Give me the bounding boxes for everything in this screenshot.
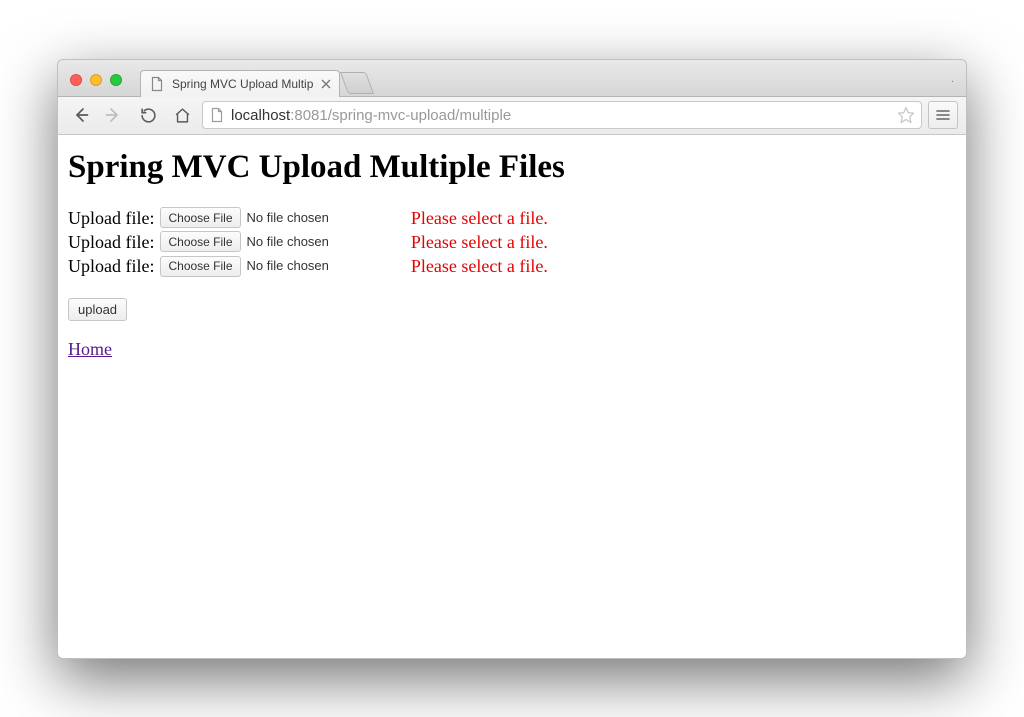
error-message: Please select a file.	[411, 254, 548, 278]
url-port: :8081	[290, 107, 328, 124]
url-host: localhost	[231, 107, 290, 124]
window-controls	[58, 74, 122, 96]
submit-row: upload	[68, 298, 956, 321]
upload-row: Upload file: Choose File No file chosen …	[68, 206, 956, 230]
page-content: Spring MVC Upload Multiple Files Upload …	[58, 135, 966, 658]
forward-button[interactable]	[100, 101, 128, 129]
new-tab-button[interactable]	[340, 72, 374, 94]
zoom-window-button[interactable]	[110, 74, 122, 86]
file-status: No file chosen	[247, 233, 329, 251]
menu-button[interactable]	[928, 101, 958, 129]
browser-toolbar: localhost:8081/spring-mvc-upload/multipl…	[58, 97, 966, 135]
upload-label: Upload file:	[68, 254, 154, 278]
reload-button[interactable]	[134, 101, 162, 129]
upload-label: Upload file:	[68, 206, 154, 230]
home-link[interactable]: Home	[68, 339, 112, 360]
tab-title: Spring MVC Upload Multip	[172, 77, 314, 91]
close-window-button[interactable]	[70, 74, 82, 86]
back-button[interactable]	[66, 101, 94, 129]
tab-strip: Spring MVC Upload Multip	[140, 60, 370, 96]
page-heading: Spring MVC Upload Multiple Files	[68, 149, 956, 186]
page-icon	[209, 107, 225, 123]
file-input[interactable]: Choose File No file chosen	[160, 207, 328, 228]
upload-submit-button[interactable]: upload	[68, 298, 127, 321]
url-text[interactable]: localhost:8081/spring-mvc-upload/multipl…	[231, 107, 891, 124]
file-status: No file chosen	[247, 257, 329, 275]
choose-file-button[interactable]: Choose File	[160, 256, 240, 277]
window-titlebar: Spring MVC Upload Multip .	[58, 60, 966, 97]
browser-window: Spring MVC Upload Multip .	[57, 59, 967, 659]
choose-file-button[interactable]: Choose File	[160, 207, 240, 228]
upload-row: Upload file: Choose File No file chosen …	[68, 254, 956, 278]
choose-file-button[interactable]: Choose File	[160, 231, 240, 252]
page-icon	[149, 76, 165, 92]
bookmark-star-icon[interactable]	[897, 106, 915, 124]
file-input[interactable]: Choose File No file chosen	[160, 231, 328, 252]
titlebar-right-text: .	[951, 73, 966, 96]
file-input[interactable]: Choose File No file chosen	[160, 256, 328, 277]
browser-tab[interactable]: Spring MVC Upload Multip	[140, 70, 340, 97]
minimize-window-button[interactable]	[90, 74, 102, 86]
home-button[interactable]	[168, 101, 196, 129]
error-message: Please select a file.	[411, 206, 548, 230]
upload-label: Upload file:	[68, 230, 154, 254]
file-status: No file chosen	[247, 209, 329, 227]
address-bar[interactable]: localhost:8081/spring-mvc-upload/multipl…	[202, 101, 922, 129]
upload-row: Upload file: Choose File No file chosen …	[68, 230, 956, 254]
url-path: /spring-mvc-upload/multiple	[328, 107, 511, 124]
close-tab-icon[interactable]	[321, 79, 331, 89]
error-message: Please select a file.	[411, 230, 548, 254]
